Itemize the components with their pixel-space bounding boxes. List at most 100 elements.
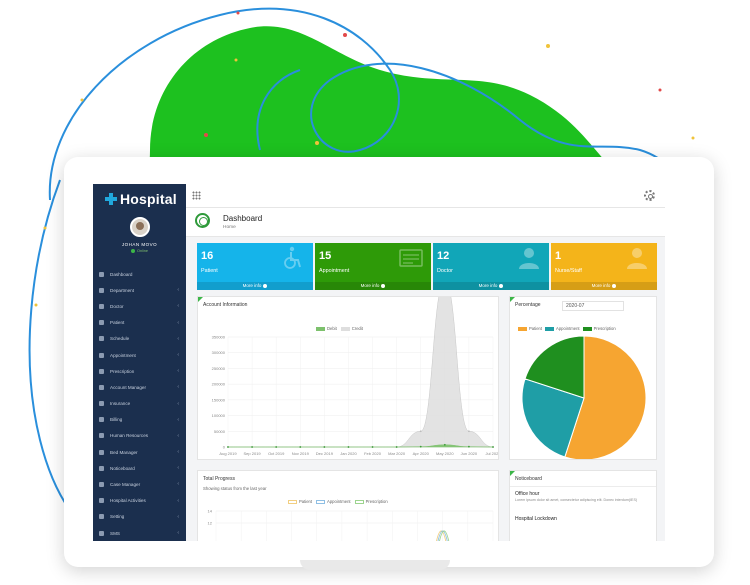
- stat-card-patient: 16 Patient More info: [197, 243, 313, 290]
- chevron-left-icon: ‹: [177, 368, 179, 375]
- appointment-icon: [99, 352, 104, 358]
- chevron-left-icon: ‹: [177, 303, 179, 310]
- chevron-left-icon: ‹: [177, 481, 179, 488]
- department-icon: [99, 287, 104, 293]
- confetti-dot: [343, 33, 347, 37]
- more-info-link[interactable]: More info: [433, 282, 549, 290]
- menu-grid-icon[interactable]: [192, 191, 201, 200]
- notice-heading[interactable]: Hospital Lockdown: [515, 516, 557, 522]
- x-tick-label: Mar 2020: [388, 451, 406, 456]
- sidebar-item-insurance[interactable]: Insurance ‹: [93, 396, 186, 412]
- sidebar-item-label: Department: [110, 287, 135, 293]
- chevron-left-icon: ‹: [177, 335, 179, 342]
- total-progress-panel: Total Progress Showing status from the l…: [197, 470, 499, 541]
- stat-card-doctor: 12 Doctor More info: [433, 243, 549, 290]
- breadcrumb[interactable]: Home: [223, 225, 236, 230]
- x-tick-label: Apr 2020: [413, 451, 430, 456]
- user-status: Online: [93, 249, 186, 253]
- sidebar-item-label: Setting: [110, 514, 125, 520]
- chevron-left-icon: ‹: [177, 449, 179, 456]
- sidebar-item-case-manager[interactable]: Case Manager ‹: [93, 476, 186, 492]
- sidebar-item-label: Noticeboard: [110, 465, 135, 471]
- x-tick-label: Dec 2019: [316, 451, 334, 456]
- page-header: Dashboard Home: [186, 208, 665, 237]
- sidebar-item-label: Human Resources: [110, 433, 149, 439]
- sidebar-item-bed-manager[interactable]: Bed Manager ‹: [93, 444, 186, 460]
- data-point: [492, 446, 494, 448]
- more-info-label: More info: [478, 283, 498, 288]
- sidebar-item-sms[interactable]: SMS ‹: [93, 525, 186, 541]
- confetti-dot: [691, 136, 695, 140]
- y-tick-label: 150000: [212, 397, 226, 402]
- sidebar-item-account-manager[interactable]: Account Manager ‹: [93, 379, 186, 395]
- stat-card-staff: 1 Nurse/Staff More info: [551, 243, 657, 290]
- chevron-left-icon: ‹: [177, 351, 179, 358]
- chevron-left-icon: ‹: [177, 497, 179, 504]
- sidebar-item-human-resources[interactable]: Human Resources ‹: [93, 428, 186, 444]
- page-title: Dashboard: [223, 214, 263, 223]
- y-tick-label: 0: [223, 445, 226, 450]
- sidebar-item-department[interactable]: Department ‹: [93, 282, 186, 298]
- panel-title: Noticeboard: [515, 476, 542, 482]
- notice-heading[interactable]: Office hour: [515, 491, 539, 497]
- sidebar-item-dashboard[interactable]: Dashboard: [93, 266, 186, 282]
- account-information-panel: Account Information Debit Credit 0 50000 1…: [197, 296, 499, 460]
- data-point: [347, 446, 350, 448]
- sidebar-item-patient[interactable]: Patient ‹: [93, 315, 186, 331]
- chevron-left-icon: ‹: [177, 319, 179, 326]
- data-point: [468, 430, 470, 433]
- stat-label: Patient: [201, 268, 218, 274]
- sms-icon: [99, 530, 104, 536]
- area-series-debit: [227, 444, 494, 448]
- sidebar-item-schedule[interactable]: Schedule ‹: [93, 331, 186, 347]
- wheelchair-icon: [284, 246, 301, 269]
- account-area-chart: 0 50000 100000 150000 200000 250000 300000 3500…: [212, 297, 498, 456]
- logo-text: Hospital: [120, 191, 177, 207]
- percentage-panel: Percentage 2020-07 Patient Appointment P…: [509, 296, 657, 460]
- noticeboard-icon: [99, 465, 104, 471]
- sidebar-item-hospital-activities[interactable]: Hospital Activities ‹: [93, 493, 186, 509]
- sidebar-item-setting[interactable]: Setting ‹: [93, 509, 186, 525]
- data-point: [371, 446, 374, 448]
- y-tick-label: 300000: [212, 350, 226, 355]
- x-tick-label: Oct 2019: [268, 451, 285, 456]
- chevron-left-icon: ‹: [177, 465, 179, 472]
- sidebar-item-noticeboard[interactable]: Noticeboard ‹: [93, 460, 186, 476]
- sidebar-item-doctor[interactable]: Doctor ‹: [93, 298, 186, 314]
- sidebar-item-prescription[interactable]: Prescription ‹: [93, 363, 186, 379]
- more-info-link[interactable]: More info: [197, 282, 313, 290]
- chevron-left-icon: ‹: [177, 432, 179, 439]
- y-tick-label: 200000: [212, 382, 226, 387]
- chevron-left-icon: ‹: [177, 530, 179, 536]
- sidebar-item-appointment[interactable]: Appointment ‹: [93, 347, 186, 363]
- dashboard-icon: [99, 271, 104, 277]
- user-status-label: Online: [137, 249, 148, 253]
- data-point: [419, 445, 422, 448]
- x-tick-label: Aug 2019: [219, 451, 237, 456]
- percentage-pie-chart: [521, 335, 647, 459]
- y-tick-label: 14: [208, 509, 213, 514]
- confetti-dot: [236, 11, 240, 15]
- stat-count: 16: [201, 250, 214, 262]
- stat-card-appointment: 15 Appointment More info: [315, 243, 431, 290]
- x-tick-label: Jan 2020: [340, 451, 357, 456]
- confetti-dot: [546, 44, 550, 48]
- sidebar-item-label: Hospital Activities: [110, 498, 146, 504]
- medical-cross-icon: [105, 193, 117, 205]
- sidebar-item-label: Prescription: [110, 368, 135, 374]
- doctor-icon: [99, 303, 104, 309]
- dashboard-screen: Hospital JOHAN MOVO Online Dashboard Depa…: [93, 184, 665, 541]
- confetti-dot: [43, 226, 47, 230]
- confetti-dot: [315, 141, 319, 145]
- more-info-label: More info: [591, 283, 611, 288]
- more-info-link[interactable]: More info: [315, 282, 431, 290]
- gear-icon[interactable]: [644, 190, 655, 201]
- hospital-logo[interactable]: Hospital: [105, 190, 177, 208]
- avatar[interactable]: [130, 217, 150, 237]
- arrow-circle-icon: [499, 283, 504, 288]
- noticeboard-panel: Noticeboard Office hour Lorem ipsum dolo…: [509, 470, 657, 541]
- more-info-link[interactable]: More info: [551, 282, 657, 290]
- dashboard-icon: [195, 213, 210, 228]
- sidebar-item-billing[interactable]: Billing ‹: [93, 412, 186, 428]
- arrow-circle-icon: [263, 283, 268, 288]
